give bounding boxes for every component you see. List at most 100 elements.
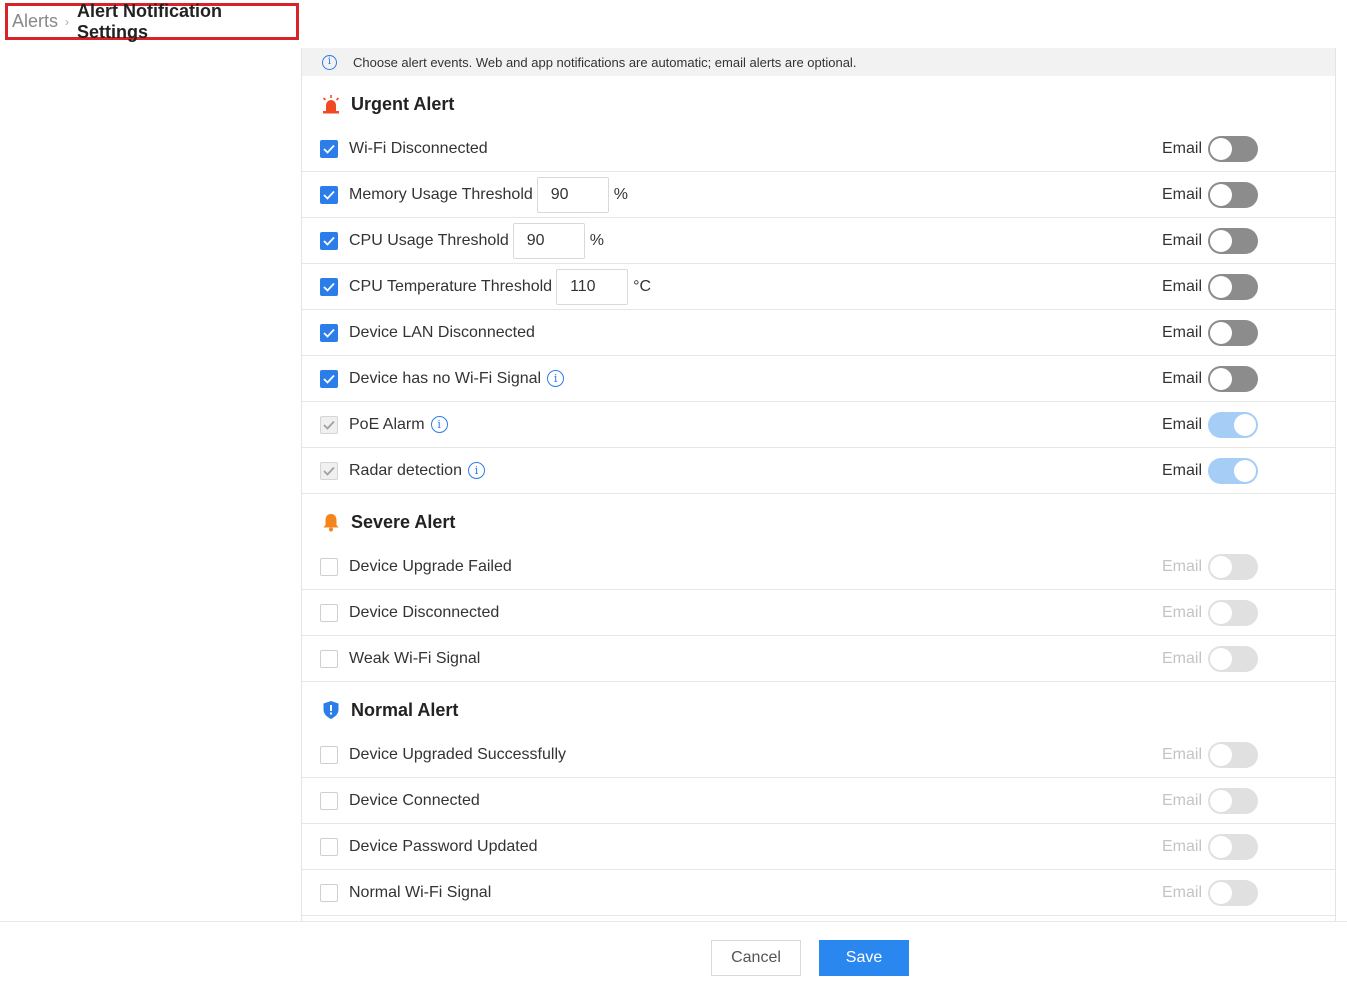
email-label: Email <box>1162 649 1203 667</box>
alert-label: Device Connected <box>349 791 480 809</box>
alert-label: Device LAN Disconnected <box>349 323 535 341</box>
threshold-input[interactable]: 110 <box>556 268 629 305</box>
threshold-unit: % <box>589 231 605 249</box>
email-toggle[interactable] <box>1208 273 1258 300</box>
email-label: Email <box>1162 791 1203 809</box>
email-label: Email <box>1162 461 1203 479</box>
threshold-unit: % <box>613 185 629 203</box>
alert-row-device-has-no-wi-fi-signal: Device has no Wi-Fi Signal i Email <box>302 356 1335 402</box>
alert-checkbox[interactable] <box>320 837 338 856</box>
email-label: Email <box>1162 185 1203 203</box>
alert-row-device-disconnected: Device Disconnected Email <box>302 590 1335 636</box>
email-toggle <box>1208 599 1258 626</box>
toggle-knob <box>1210 835 1232 858</box>
alert-checkbox[interactable] <box>320 139 338 158</box>
siren-icon <box>320 93 342 115</box>
alert-checkbox[interactable] <box>320 883 338 902</box>
alert-checkbox[interactable] <box>320 185 338 204</box>
threshold-unit: °C <box>633 277 652 295</box>
email-label: Email <box>1162 139 1203 157</box>
threshold-input[interactable]: 90 <box>512 222 585 259</box>
alert-label: Radar detection <box>349 461 462 479</box>
email-toggle[interactable] <box>1208 135 1258 162</box>
toggle-knob <box>1210 229 1232 252</box>
alert-label: CPU Usage Threshold <box>349 231 509 249</box>
info-icon[interactable]: i <box>467 462 485 479</box>
alert-checkbox[interactable] <box>320 745 338 764</box>
alert-label: Device Password Updated <box>349 837 538 855</box>
toggle-knob <box>1210 367 1232 390</box>
save-button[interactable]: Save <box>819 940 909 976</box>
email-toggle[interactable] <box>1208 411 1258 438</box>
toggle-knob <box>1210 321 1232 344</box>
email-label: Email <box>1162 231 1203 249</box>
toggle-knob <box>1210 789 1232 812</box>
email-toggle <box>1208 879 1258 906</box>
section-header-severe-alert: Severe Alert <box>302 494 1335 544</box>
alert-checkbox[interactable] <box>320 231 338 250</box>
breadcrumb-separator-icon: › <box>65 14 70 29</box>
alert-row-device-password-updated: Device Password Updated Email <box>302 824 1335 870</box>
toggle-knob <box>1210 275 1232 298</box>
alert-label: Wi-Fi Disconnected <box>349 139 488 157</box>
alert-label: Device has no Wi-Fi Signal <box>349 369 542 387</box>
alert-row-wi-fi-disconnected: Wi-Fi Disconnected Email <box>302 126 1335 172</box>
alert-checkbox[interactable] <box>320 557 338 576</box>
toggle-knob <box>1234 459 1256 482</box>
email-toggle <box>1208 787 1258 814</box>
email-toggle[interactable] <box>1208 227 1258 254</box>
alert-row-device-upgraded-successfully: Device Upgraded Successfully Email <box>302 732 1335 778</box>
section-title: Urgent Alert <box>351 93 455 114</box>
footer-bar: Cancel Save <box>0 921 1347 981</box>
alert-label: Weak Wi-Fi Signal <box>349 649 481 667</box>
alert-row-radar-detection: Radar detection i Email <box>302 448 1335 494</box>
alert-label: Device Upgrade Failed <box>349 557 512 575</box>
toggle-knob <box>1234 413 1256 436</box>
email-label: Email <box>1162 369 1203 387</box>
alert-checkbox[interactable] <box>320 277 338 296</box>
email-toggle[interactable] <box>1208 319 1258 346</box>
alert-row-device-lan-disconnected: Device LAN Disconnected Email <box>302 310 1335 356</box>
email-label: Email <box>1162 603 1203 621</box>
email-label: Email <box>1162 745 1203 763</box>
email-label: Email <box>1162 883 1203 901</box>
alert-checkbox[interactable] <box>320 603 338 622</box>
alert-checkbox <box>320 461 338 480</box>
email-toggle[interactable] <box>1208 457 1258 484</box>
info-text: Choose alert events. Web and app notific… <box>353 54 857 70</box>
info-icon[interactable]: i <box>547 370 565 387</box>
alert-row-weak-wi-fi-signal: Weak Wi-Fi Signal Email <box>302 636 1335 682</box>
email-toggle <box>1208 553 1258 580</box>
alert-label: CPU Temperature Threshold <box>349 277 553 295</box>
toggle-knob <box>1210 881 1232 904</box>
toggle-knob <box>1210 183 1232 206</box>
email-label: Email <box>1162 277 1203 295</box>
info-icon[interactable]: i <box>430 416 448 433</box>
alert-checkbox[interactable] <box>320 649 338 668</box>
info-banner: i Choose alert events. Web and app notif… <box>302 48 1335 76</box>
toggle-knob <box>1210 555 1232 578</box>
breadcrumb-parent-link[interactable]: Alerts <box>12 11 58 32</box>
alert-row-normal-wi-fi-signal: Normal Wi-Fi Signal Email <box>302 870 1335 916</box>
alert-row-device-connected: Device Connected Email <box>302 778 1335 824</box>
alert-settings-panel: i Choose alert events. Web and app notif… <box>301 48 1336 921</box>
alert-row-device-upgrade-failed: Device Upgrade Failed Email <box>302 544 1335 590</box>
email-label: Email <box>1162 415 1203 433</box>
threshold-input[interactable]: 90 <box>536 176 609 213</box>
alert-checkbox[interactable] <box>320 791 338 810</box>
cancel-button[interactable]: Cancel <box>711 940 801 976</box>
email-toggle[interactable] <box>1208 181 1258 208</box>
alert-label: Device Upgraded Successfully <box>349 745 566 763</box>
alert-row-cpu-usage-threshold: CPU Usage Threshold 90 % Email <box>302 218 1335 264</box>
alert-label: PoE Alarm <box>349 415 425 433</box>
alert-row-cpu-temperature-threshold: CPU Temperature Threshold 110 °C Email <box>302 264 1335 310</box>
section-title: Severe Alert <box>351 511 456 532</box>
shield-icon <box>320 699 342 721</box>
alert-sections: Urgent Alert Wi-Fi Disconnected Email Mem… <box>302 76 1335 916</box>
alert-checkbox[interactable] <box>320 323 338 342</box>
email-toggle[interactable] <box>1208 365 1258 392</box>
section-header-urgent-alert: Urgent Alert <box>302 76 1335 126</box>
alert-checkbox[interactable] <box>320 369 338 388</box>
alert-row-poe-alarm: PoE Alarm i Email <box>302 402 1335 448</box>
toggle-knob <box>1210 601 1232 624</box>
